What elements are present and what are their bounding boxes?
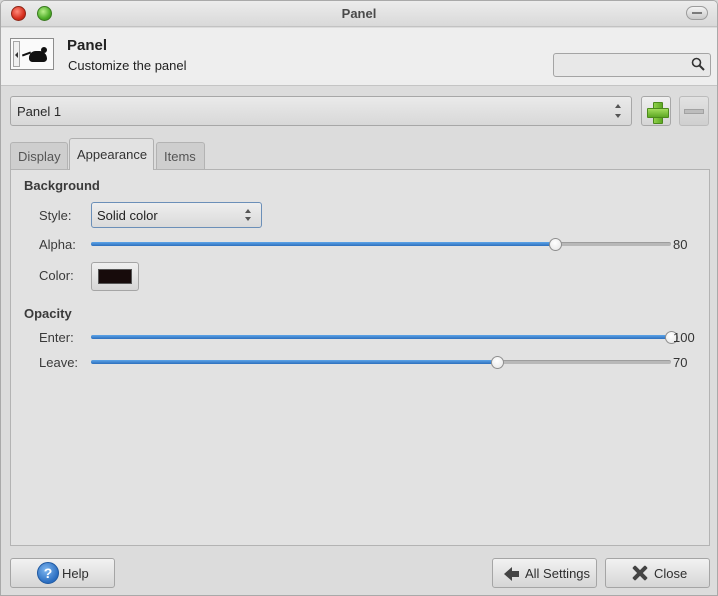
color-label: Color: [39, 268, 74, 283]
color-swatch [98, 269, 132, 284]
tab-display[interactable]: Display [10, 142, 68, 169]
style-dropdown-value: Solid color [97, 208, 158, 223]
alpha-slider-handle[interactable] [549, 238, 562, 251]
background-heading: Background [24, 178, 100, 193]
enter-value: 100 [673, 330, 695, 345]
add-panel-button[interactable] [641, 96, 671, 126]
leave-slider-handle[interactable] [491, 356, 504, 369]
window-shade-button[interactable] [686, 6, 708, 20]
alpha-slider[interactable] [91, 236, 671, 252]
remove-panel-button[interactable] [679, 96, 709, 126]
close-icon [632, 565, 648, 581]
window-title: Panel [341, 6, 377, 21]
panel-selector-dropdown[interactable]: Panel 1 [10, 96, 632, 126]
enter-label: Enter: [39, 330, 74, 345]
tab-items[interactable]: Items [156, 142, 205, 169]
alpha-label: Alpha: [39, 237, 76, 252]
style-label: Style: [39, 208, 72, 223]
help-button-label: Help [62, 566, 89, 581]
dropdown-arrows-icon [245, 208, 253, 222]
close-button-label: Close [654, 566, 688, 581]
panel-preferences-window: Panel Panel Customize the panel Panel 1 … [0, 0, 718, 596]
dropdown-arrows-icon [615, 103, 623, 119]
help-icon: ? [37, 562, 59, 584]
all-settings-button-label: All Settings [525, 566, 591, 581]
help-button[interactable]: ? Help [10, 558, 115, 588]
tab-appearance[interactable]: Appearance [69, 138, 154, 170]
minus-icon [684, 109, 704, 114]
search-icon [691, 57, 705, 71]
dialog-header: Panel Customize the panel [1, 28, 717, 86]
leave-value: 70 [673, 355, 688, 370]
color-picker-button[interactable] [91, 262, 139, 291]
page-title: Panel [67, 37, 108, 54]
appearance-tab-page: Background Style: Solid color Alpha: 80 … [10, 169, 710, 546]
leave-label: Leave: [39, 355, 79, 370]
enter-opacity-slider[interactable] [91, 329, 678, 345]
style-dropdown[interactable]: Solid color [91, 202, 262, 228]
title-bar: Panel [1, 1, 717, 27]
alpha-value: 80 [673, 237, 688, 252]
arrow-left-icon [504, 567, 520, 581]
panel-selector-value: Panel 1 [17, 104, 62, 119]
search-input[interactable] [553, 53, 711, 77]
panel-mouse-icon [10, 38, 54, 70]
close-button[interactable]: Close [605, 558, 710, 588]
leave-opacity-slider[interactable] [91, 354, 671, 370]
page-subtitle: Customize the panel [68, 58, 187, 73]
opacity-heading: Opacity [24, 306, 72, 321]
all-settings-button[interactable]: All Settings [492, 558, 597, 588]
plus-icon [647, 102, 669, 124]
